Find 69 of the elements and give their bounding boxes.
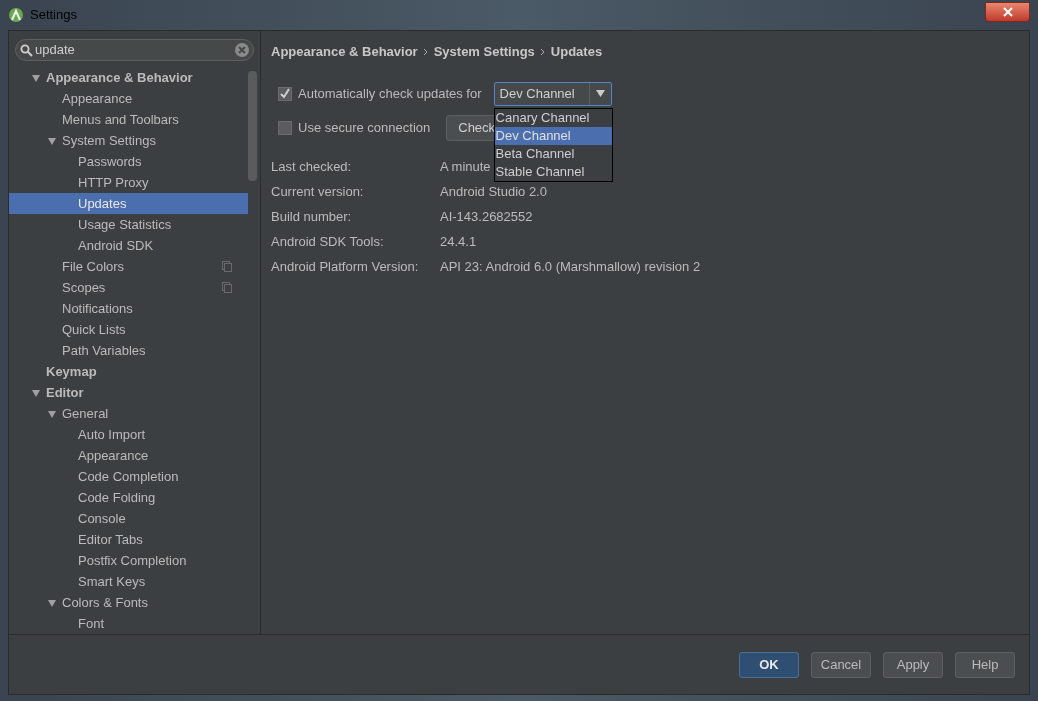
- tree-item[interactable]: HTTP Proxy: [9, 172, 248, 193]
- tree-item[interactable]: System Settings: [9, 130, 248, 151]
- tree-item[interactable]: General: [9, 403, 248, 424]
- breadcrumb-item: Updates: [550, 43, 603, 61]
- chevron-icon: [422, 47, 429, 56]
- close-icon: [1002, 7, 1013, 17]
- tree-item[interactable]: Android SDK: [9, 235, 248, 256]
- tree-item[interactable]: Updates: [9, 193, 248, 214]
- tree-item[interactable]: Auto Import: [9, 424, 248, 445]
- expanded-arrow-icon[interactable]: [31, 72, 41, 83]
- tree-item[interactable]: Notifications: [9, 298, 248, 319]
- clear-icon[interactable]: [235, 43, 249, 57]
- expanded-arrow-icon[interactable]: [47, 597, 57, 608]
- checkbox-label: Use secure connection: [298, 118, 431, 137]
- tree-item[interactable]: Smart Keys: [9, 571, 248, 592]
- dialog-button[interactable]: OK: [739, 651, 799, 678]
- tree-item[interactable]: Editor: [9, 382, 248, 403]
- breadcrumb-item: Appearance & Behavior: [271, 43, 418, 61]
- checkbox[interactable]: [278, 86, 292, 101]
- tree-item[interactable]: Menus and Toolbars: [9, 109, 248, 130]
- window-title: Settings: [30, 6, 77, 25]
- close-button[interactable]: [985, 2, 1030, 22]
- dropdown-arrow-icon: [595, 90, 605, 97]
- tree-item[interactable]: Scopes: [9, 277, 248, 298]
- info-label: Android SDK Tools:: [271, 233, 385, 252]
- tree-item[interactable]: File Colors: [9, 256, 248, 277]
- tree-item[interactable]: Editor Tabs: [9, 529, 248, 550]
- info-label: Android Platform Version:: [271, 258, 420, 277]
- dropdown-option[interactable]: Beta Channel: [494, 144, 612, 163]
- tree-item[interactable]: Font: [9, 613, 248, 634]
- tree-item[interactable]: Appearance: [9, 445, 248, 466]
- scrollbar-thumb[interactable]: [248, 71, 257, 181]
- search-input[interactable]: update: [35, 40, 235, 60]
- breadcrumb-item: System Settings: [433, 43, 535, 61]
- info-value: A minute: [440, 158, 491, 177]
- checkbox-label: Automatically check updates for: [298, 84, 482, 103]
- tree-item[interactable]: Appearance & Behavior: [9, 67, 248, 88]
- dialog-button[interactable]: Apply: [883, 651, 943, 678]
- android-logo-icon: [8, 7, 24, 23]
- search-icon: [20, 43, 33, 57]
- tree-item[interactable]: Quick Lists: [9, 319, 248, 340]
- dropdown-option[interactable]: Dev Channel: [494, 126, 612, 145]
- expanded-arrow-icon[interactable]: [47, 408, 57, 419]
- info-label: Current version:: [271, 183, 365, 202]
- tree-item[interactable]: Keymap: [9, 361, 248, 382]
- dialog-button[interactable]: Cancel: [811, 651, 871, 678]
- tree-item[interactable]: Path Variables: [9, 340, 248, 361]
- expanded-arrow-icon[interactable]: [47, 135, 57, 146]
- tree-item[interactable]: Postfix Completion: [9, 550, 248, 571]
- tree-item[interactable]: Console: [9, 508, 248, 529]
- info-value: AI-143.2682552: [440, 208, 533, 227]
- info-value: Android Studio 2.0: [440, 183, 547, 202]
- tree-item[interactable]: Colors & Fonts: [9, 592, 248, 613]
- checkbox[interactable]: [278, 120, 292, 135]
- expanded-arrow-icon[interactable]: [31, 387, 41, 398]
- dropdown-option[interactable]: Stable Channel: [494, 162, 612, 181]
- channel-dropdown[interactable]: Dev Channel: [493, 81, 612, 106]
- tree-item[interactable]: Code Completion: [9, 466, 248, 487]
- search-field[interactable]: update: [15, 39, 254, 61]
- dialog-button[interactable]: Help: [955, 651, 1015, 678]
- tree-item[interactable]: Usage Statistics: [9, 214, 248, 235]
- chevron-icon: [539, 47, 546, 56]
- info-value: API 23: Android 6.0 (Marshmallow) revision 2: [440, 258, 701, 277]
- info-value: 24.4.1: [440, 233, 477, 252]
- tree-item[interactable]: Appearance: [9, 88, 248, 109]
- tree-item[interactable]: Passwords: [9, 151, 248, 172]
- tree-item[interactable]: Code Folding: [9, 487, 248, 508]
- info-label: Build number:: [271, 208, 353, 227]
- info-label: Last checked:: [271, 158, 353, 177]
